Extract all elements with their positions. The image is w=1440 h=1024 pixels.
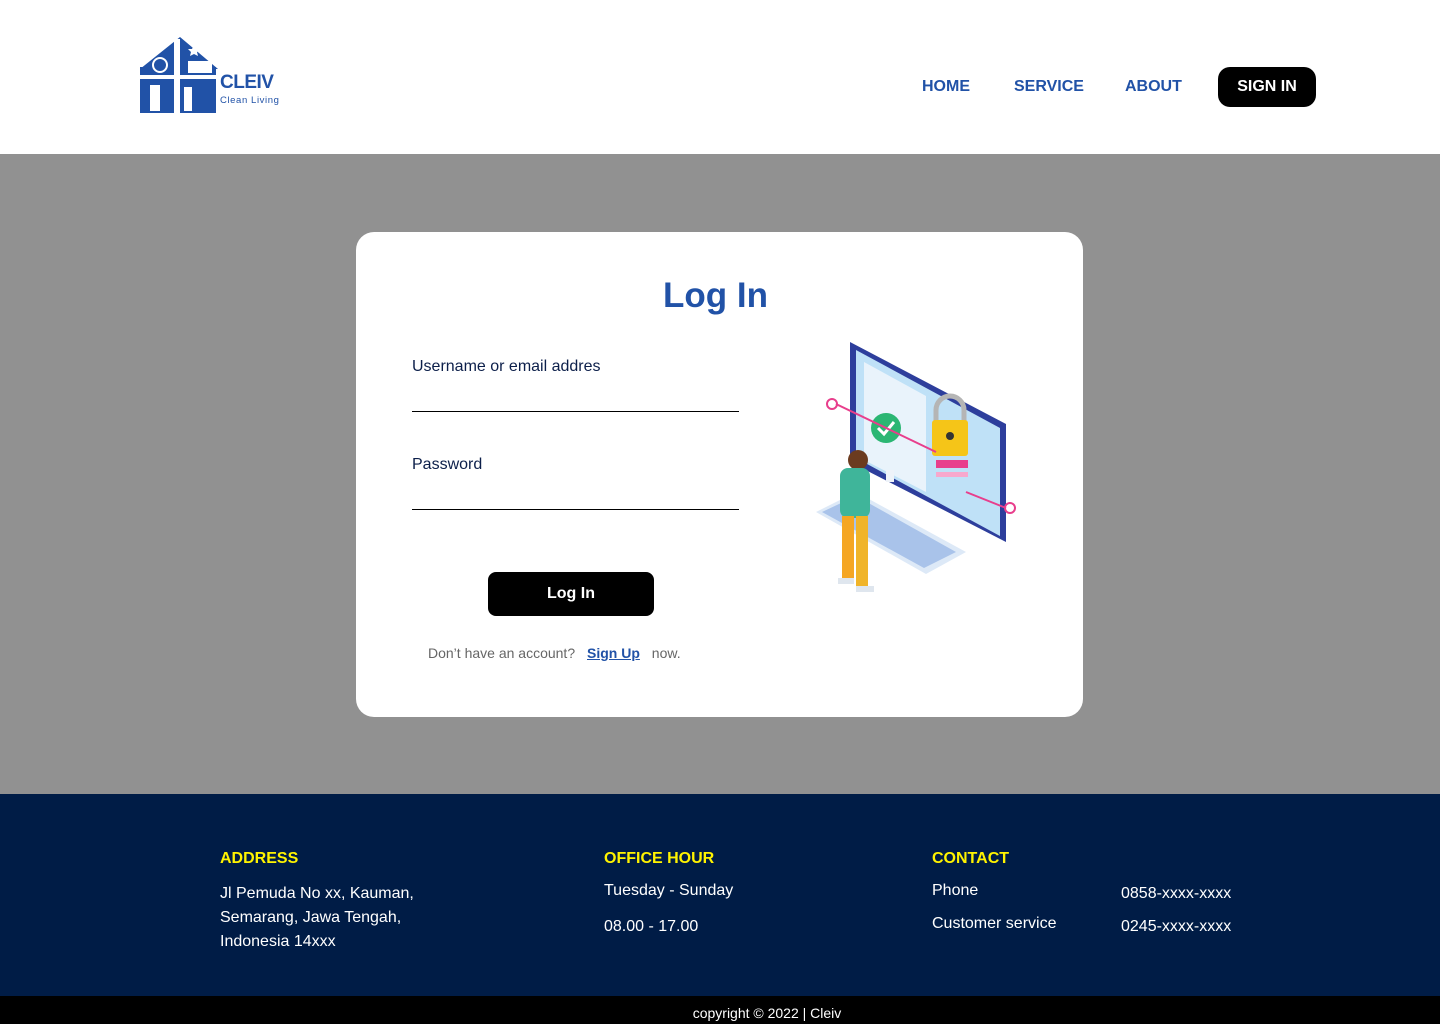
secure-login-illustration (816, 342, 1016, 592)
username-input[interactable] (412, 378, 739, 412)
login-submit-button[interactable]: Log In (488, 572, 654, 616)
password-label: Password (412, 456, 483, 473)
address-line-2: Semarang, Jawa Tengah, (220, 909, 402, 926)
signup-prompt: Don’t have an account? Sign Up now. (428, 645, 681, 661)
address-line-3: Indonesia 14xxx (220, 933, 336, 950)
site-footer: ADDRESS Jl Pemuda No xx, Kauman, Semaran… (0, 794, 1440, 996)
site-header: CLEIV Clean Living HOME SERVICE ABOUT SI… (0, 0, 1440, 154)
nav-about-link[interactable]: ABOUT (1125, 78, 1182, 96)
password-input[interactable] (412, 476, 739, 510)
contact-phone-value[interactable]: 0858-xxxx-xxxx (1121, 882, 1231, 906)
sign-in-button[interactable]: SIGN IN (1218, 67, 1316, 107)
office-hours: 08.00 - 17.00 (604, 918, 699, 935)
contact-cs-label: Customer service (932, 915, 1057, 932)
signup-suffix: now. (651, 645, 681, 661)
signup-prefix: Don’t have an account? (428, 645, 576, 661)
house-logo-icon (140, 37, 218, 113)
footer-office-heading: OFFICE HOUR (604, 850, 715, 867)
brand-tagline: Clean Living (220, 95, 280, 106)
footer-address-heading: ADDRESS (220, 850, 299, 867)
nav-service-link[interactable]: SERVICE (1014, 78, 1084, 96)
brand-name: CLEIV (220, 72, 274, 93)
login-title: Log In (663, 276, 768, 315)
username-label: Username or email addres (412, 358, 601, 375)
office-days: Tuesday - Sunday (604, 882, 734, 899)
nav-home-link[interactable]: HOME (922, 78, 970, 96)
signup-link[interactable]: Sign Up (587, 645, 640, 661)
brand-logo[interactable]: CLEIV Clean Living (138, 37, 298, 115)
main-content: Log In Username or email addres Password… (0, 154, 1440, 794)
footer-contact-heading: CONTACT (932, 850, 1010, 867)
login-card: Log In Username or email addres Password… (356, 232, 1083, 717)
copyright-bar: copyright © 2022 | Cleiv (0, 996, 1440, 1024)
contact-phone-label: Phone (932, 882, 979, 899)
contact-cs-value[interactable]: 0245-xxxx-xxxx (1121, 915, 1231, 939)
address-line-1: Jl Pemuda No xx, Kauman, (220, 885, 414, 902)
